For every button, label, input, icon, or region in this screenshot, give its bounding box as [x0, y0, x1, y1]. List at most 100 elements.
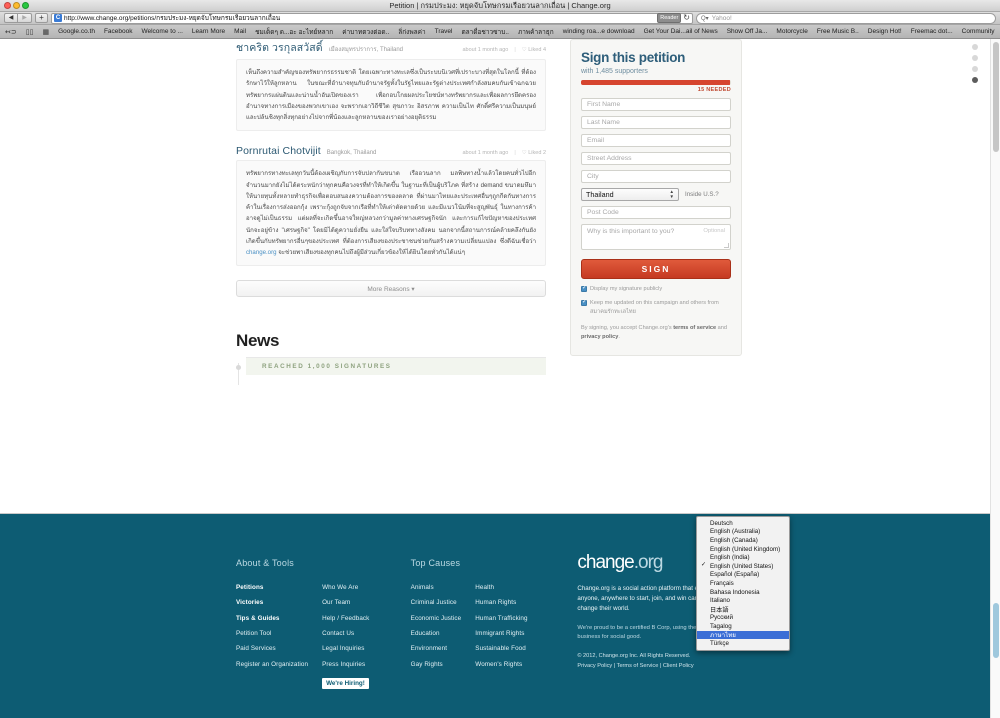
language-option[interactable]: Italiano: [697, 596, 789, 605]
bookmark-item[interactable]: Get Your Dai...ail of News: [644, 28, 718, 35]
last-name-input[interactable]: Last Name: [581, 116, 731, 129]
resize-handle-icon[interactable]: [724, 243, 729, 248]
bookmark-item[interactable]: Motorcycle: [776, 28, 807, 35]
more-reasons-button[interactable]: More Reasons ▾: [236, 280, 546, 298]
page-dot[interactable]: [972, 55, 978, 61]
sign-button[interactable]: SIGN: [581, 259, 731, 279]
privacy-policy-link[interactable]: privacy policy: [581, 334, 618, 340]
post-code-input[interactable]: Post Code: [581, 206, 731, 219]
scrollbar-thumb[interactable]: [993, 42, 999, 152]
checkbox-checked-icon[interactable]: [581, 299, 587, 307]
address-bar[interactable]: C http://www.change.org/petitions/กรมประ…: [51, 12, 693, 24]
page-dot-active[interactable]: [972, 77, 978, 83]
country-select[interactable]: Thailand ▲ ▼: [581, 188, 679, 201]
keep-updated-checkbox-row[interactable]: Keep me updated on this campaign and oth…: [581, 299, 731, 316]
bookmark-item[interactable]: ลิ่ก่งพลค่า: [398, 27, 425, 37]
language-option-checked[interactable]: English (United States): [697, 561, 789, 571]
top-sites-icon[interactable]: ▦: [42, 28, 49, 36]
bookmark-item[interactable]: Free Music B..: [817, 28, 859, 35]
back-button[interactable]: ◀: [4, 13, 18, 23]
checkbox-checked-icon[interactable]: [581, 285, 587, 292]
page-scrollbar[interactable]: [990, 39, 1000, 718]
footer-link[interactable]: Paid Services: [236, 645, 308, 653]
footer-link[interactable]: Contact Us: [322, 630, 369, 638]
language-option[interactable]: English (Australia): [697, 528, 789, 537]
comment-author[interactable]: ชาคริต วรกุลสวัสดิ์: [236, 39, 323, 56]
city-input[interactable]: City: [581, 170, 731, 183]
footer-link[interactable]: Health: [475, 584, 527, 592]
footer-link[interactable]: Victories: [236, 599, 308, 607]
bookmark-item[interactable]: ภาพค้าลาธุก: [518, 27, 554, 37]
footer-link[interactable]: Human Trafficking: [475, 615, 527, 623]
footer-link[interactable]: Petition Tool: [236, 630, 308, 638]
bookmark-item[interactable]: Mail: [234, 28, 246, 35]
reload-icon[interactable]: ↻: [683, 14, 690, 22]
footer-link[interactable]: Tips & Guides: [236, 615, 308, 623]
comment-like-button[interactable]: ♡ Liked 4: [522, 47, 546, 53]
language-option[interactable]: Русский: [697, 614, 789, 623]
footer-legal-links[interactable]: Privacy Policy | Terms of Service | Clie…: [577, 662, 756, 672]
history-icon[interactable]: ↢⊃: [5, 28, 17, 36]
footer-link[interactable]: Education: [411, 630, 462, 638]
bookmark-item[interactable]: Design Hot!: [868, 28, 902, 35]
footer-link[interactable]: Animals: [411, 584, 462, 592]
inside-us-link[interactable]: Inside U.S.?: [685, 191, 719, 198]
email-input[interactable]: Email: [581, 134, 731, 147]
language-dropdown-menu[interactable]: Deutsch English (Australia) English (Can…: [696, 516, 790, 651]
bookmark-item[interactable]: Community: [962, 28, 995, 35]
footer-link[interactable]: Legal Inquiries: [322, 645, 369, 653]
bookmark-item[interactable]: Freemac dot...: [911, 28, 953, 35]
bookmark-item[interactable]: Welcome to ...: [141, 28, 182, 35]
language-option[interactable]: Deutsch: [697, 519, 789, 528]
bookmark-item[interactable]: Learn More: [192, 28, 225, 35]
were-hiring-badge[interactable]: We're Hiring!: [322, 678, 369, 690]
page-dot[interactable]: [972, 44, 978, 50]
footer-link[interactable]: Environment: [411, 645, 462, 653]
language-option-selected[interactable]: ภาษาไทย: [697, 630, 789, 640]
page-dot[interactable]: [972, 66, 978, 72]
comment-inline-link[interactable]: change.org: [246, 249, 277, 256]
footer-link[interactable]: Economic Justice: [411, 615, 462, 623]
footer-link[interactable]: Press Inquiries: [322, 661, 369, 669]
bookmark-item[interactable]: winding roa...e download: [563, 28, 635, 35]
language-option[interactable]: English (Canada): [697, 536, 789, 545]
footer-link[interactable]: Who We Are: [322, 584, 369, 592]
display-signature-checkbox-row[interactable]: Display my signature publicly: [581, 285, 731, 293]
language-option[interactable]: Türkçe: [697, 639, 789, 648]
footer-link[interactable]: Petitions: [236, 584, 308, 592]
language-option[interactable]: Español (España): [697, 571, 789, 580]
scrollbar-thumb-secondary[interactable]: [993, 603, 999, 658]
language-option[interactable]: Bahasa Indonesia: [697, 588, 789, 597]
comment-author[interactable]: Pornrutai Chotvijit: [236, 145, 321, 157]
language-option[interactable]: English (United Kingdom): [697, 545, 789, 554]
reason-textarea[interactable]: Why is this important to you? Optional: [581, 224, 731, 250]
bookmark-item[interactable]: ค่าบาทตวงต่อด..: [342, 27, 389, 37]
url-text[interactable]: http://www.change.org/petitions/กรมประมง…: [64, 13, 655, 23]
footer-link[interactable]: Register an Organization: [236, 661, 308, 669]
footer-link[interactable]: Sustainable Food: [475, 645, 527, 653]
footer-link[interactable]: Immigrant Rights: [475, 630, 527, 638]
footer-link[interactable]: Gay Rights: [411, 661, 462, 669]
language-option[interactable]: 日本語: [697, 605, 789, 614]
bookmark-item[interactable]: Travel: [435, 28, 453, 35]
footer-link[interactable]: Women's Rights: [475, 661, 527, 669]
footer-link[interactable]: Our Team: [322, 599, 369, 607]
footer-link[interactable]: Help / Feedback: [322, 615, 369, 623]
search-input[interactable]: Yahoo!: [712, 15, 732, 22]
footer-link[interactable]: Criminal Justice: [411, 599, 462, 607]
bookmark-item[interactable]: ตลาดื่อชาวซาบ..: [461, 27, 509, 37]
reader-button[interactable]: Reader: [657, 13, 682, 23]
language-option[interactable]: Français: [697, 579, 789, 588]
bookmark-item[interactable]: Show Off Ja...: [727, 28, 768, 35]
language-option[interactable]: English (India): [697, 553, 789, 562]
bookmark-item[interactable]: Facebook: [104, 28, 133, 35]
comment-like-button[interactable]: ♡ Liked 2: [522, 150, 546, 156]
bookmark-item[interactable]: ชมเด็ดๆ ด...อะ อะไทย์หลาก: [255, 27, 333, 37]
street-address-input[interactable]: Street Address: [581, 152, 731, 165]
new-tab-button[interactable]: +: [35, 13, 48, 23]
search-bar[interactable]: Q▾ Yahoo!: [696, 12, 996, 24]
terms-of-service-link[interactable]: terms of service: [673, 325, 716, 331]
first-name-input[interactable]: First Name: [581, 98, 731, 111]
news-item[interactable]: REACHED 1,000 SIGNATURES: [236, 357, 546, 376]
bookmark-item[interactable]: Google.co.th: [58, 28, 95, 35]
